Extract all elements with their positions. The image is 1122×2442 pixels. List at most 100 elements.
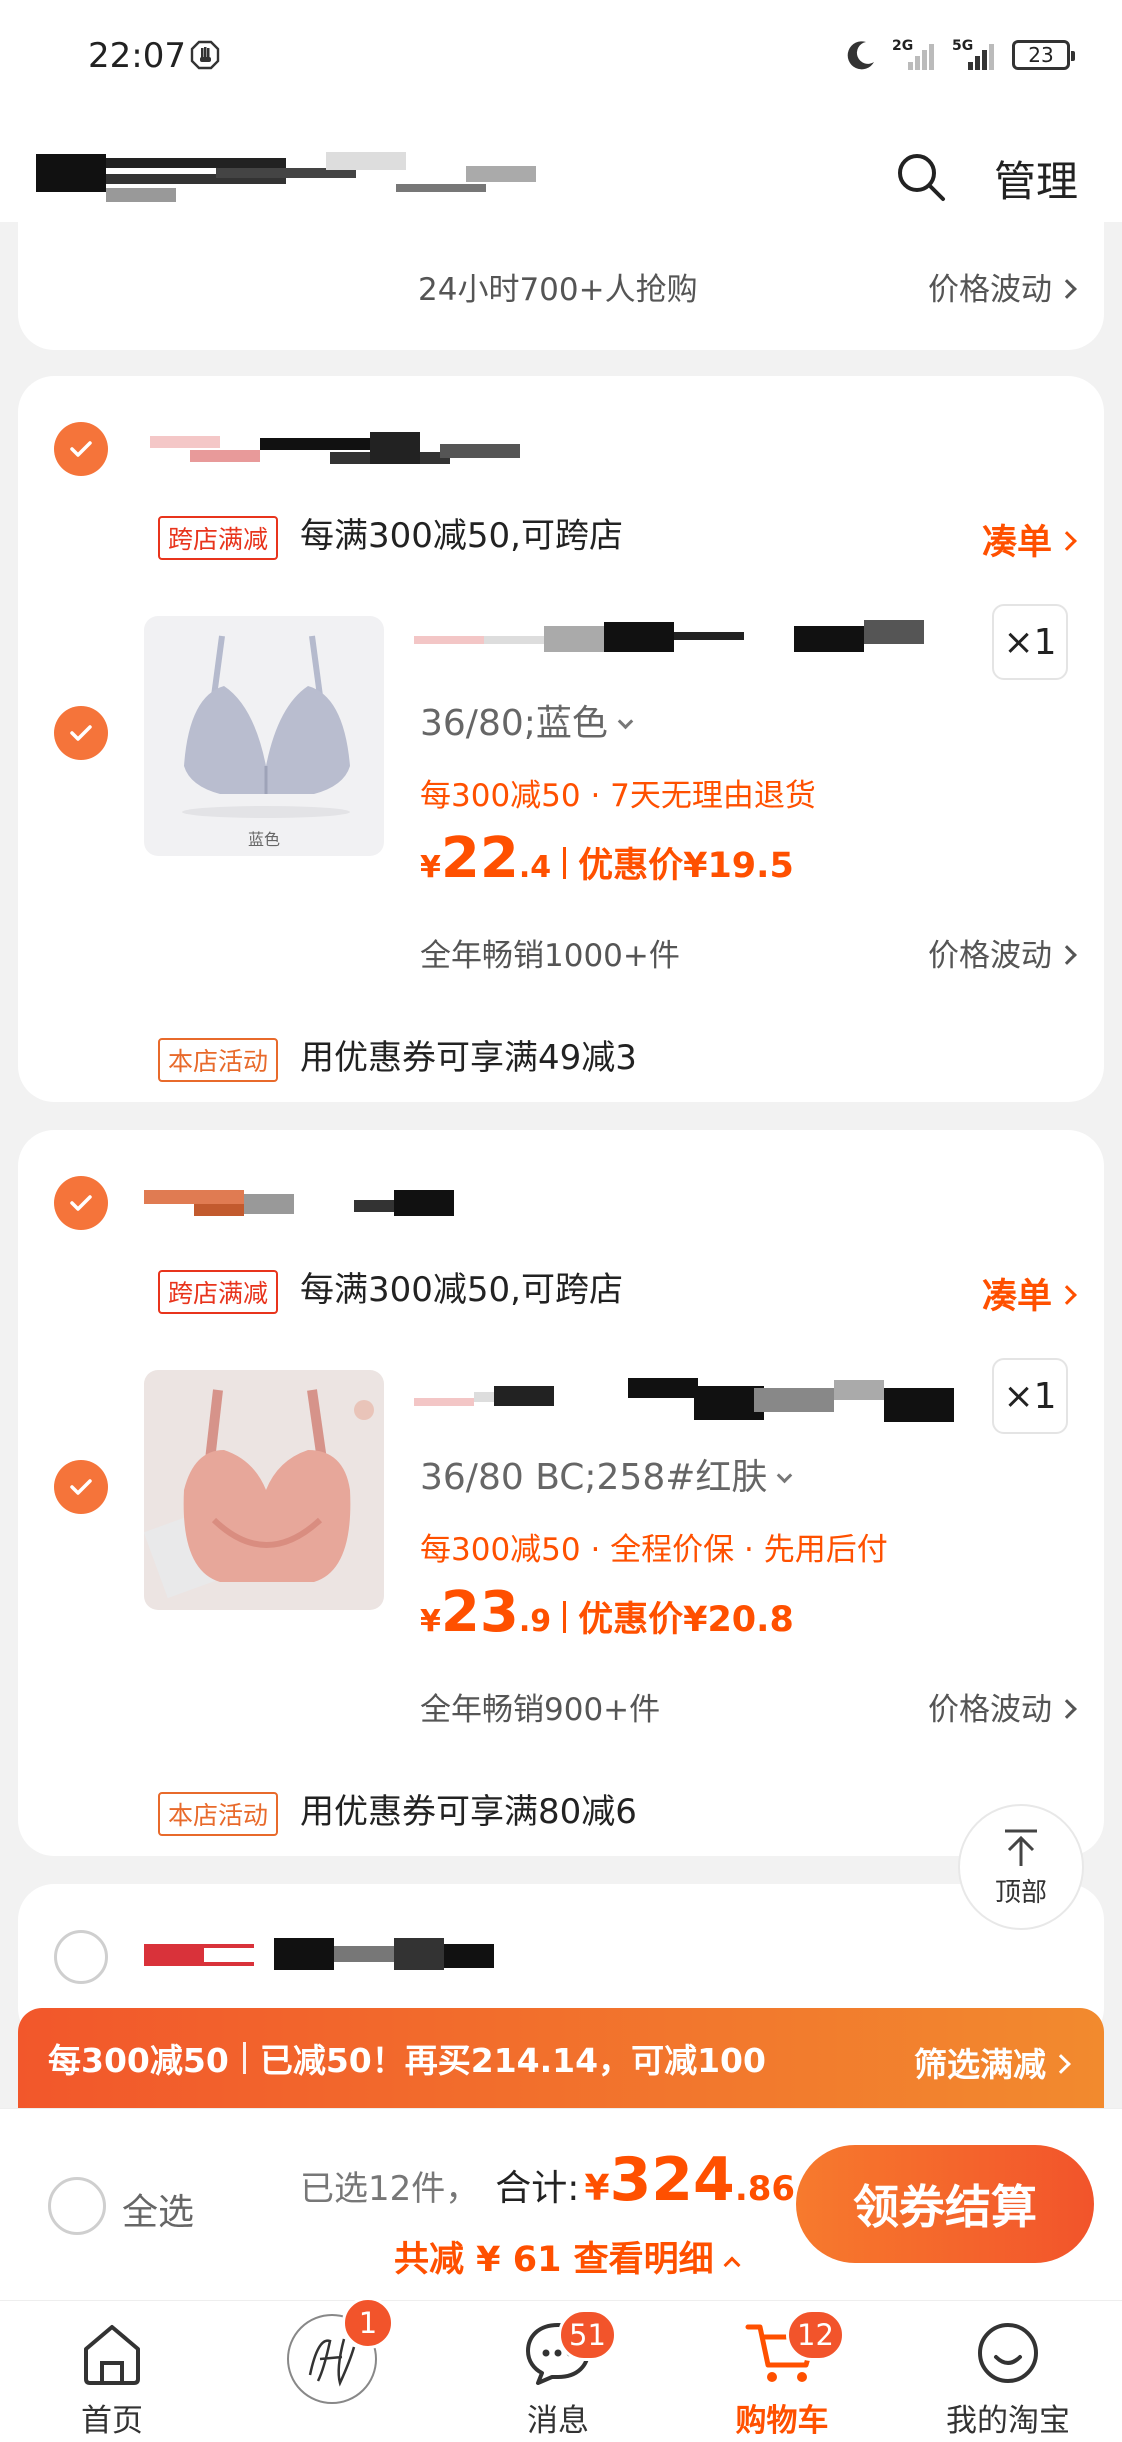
discount-price: 优惠价¥19.5	[578, 846, 794, 886]
sku-label: 36/80;蓝色	[420, 703, 608, 744]
select-all-label[interactable]: 全选	[122, 2183, 194, 2235]
product-thumbnail[interactable]: 蓝色	[144, 616, 384, 856]
store-checkbox[interactable]	[54, 422, 108, 476]
benefit-text: 每300减50 · 全程价保 · 先用后付	[420, 1532, 888, 1568]
total-amount: ¥324.86	[585, 2145, 796, 2215]
price: ¥23.9 优惠价¥20.8	[420, 1580, 794, 1645]
battery-level: 23	[1028, 43, 1054, 67]
hand-icon	[190, 40, 220, 70]
sku-label: 36/80 BC;258#红肤	[420, 1457, 768, 1498]
tab-home[interactable]: 首页	[32, 2301, 192, 2442]
store-checkbox[interactable]	[54, 1930, 108, 1984]
search-icon[interactable]	[894, 150, 948, 204]
cou-dan-link[interactable]: 凑单	[981, 514, 1077, 565]
select-all-checkbox[interactable]	[48, 2177, 106, 2235]
chevron-right-icon	[1051, 2053, 1071, 2074]
chevron-right-icon	[1057, 1698, 1077, 1719]
benefit-text: 每300减50 · 7天无理由退货	[420, 778, 816, 814]
chevron-down-icon	[617, 713, 634, 730]
check-icon	[70, 1195, 92, 1211]
quantity-button[interactable]: ×1	[992, 604, 1068, 680]
price-divider	[563, 1601, 567, 1633]
bottom-tab-bar: 首页 1 51 消息 12 购物车 我的淘宝	[0, 2297, 1122, 2442]
redacted-product-title	[414, 1378, 964, 1422]
price-symbol: ¥	[420, 850, 441, 885]
price: ¥22.4 优惠价¥19.5	[420, 826, 794, 891]
chevron-right-icon	[1057, 944, 1077, 965]
store-card: 跨店满减 每满300减50,可跨店 凑单 ×1 36/80 BC;258#红肤 …	[18, 1130, 1104, 1856]
checkout-button[interactable]: 领券结算	[796, 2145, 1094, 2263]
tab-cart[interactable]: 12 购物车	[702, 2301, 862, 2442]
tab-profile-label: 我的淘宝	[946, 2403, 1070, 2439]
tab-messages-label: 消息	[527, 2403, 589, 2439]
chevron-right-icon	[1057, 1285, 1077, 1305]
store-checkbox[interactable]	[54, 1176, 108, 1230]
product-thumbnail[interactable]	[144, 1370, 384, 1610]
hot-sales-text: 24小时700+人抢购	[418, 272, 698, 308]
check-icon	[70, 441, 92, 457]
battery-icon: 23	[1012, 40, 1075, 70]
home-icon	[84, 2325, 140, 2385]
manage-button[interactable]: 管理	[994, 148, 1078, 209]
back-to-top-label: 顶部	[994, 1877, 1047, 1908]
price-wave-label: 价格波动	[928, 938, 1052, 974]
signal-5g-icon: 5G	[952, 38, 998, 72]
sku-selector[interactable]: 36/80 BC;258#红肤	[420, 1448, 793, 1500]
price-wave-link[interactable]: 价格波动	[928, 930, 1077, 975]
item-checkbox[interactable]	[54, 1460, 108, 1514]
store-card-top: 24小时700+人抢购 价格波动	[18, 222, 1104, 350]
avatar-icon: 1	[284, 2297, 394, 2407]
price-divider	[563, 847, 567, 879]
thumb-caption: 蓝色	[247, 830, 280, 849]
cou-dan-link[interactable]: 凑单	[981, 1268, 1077, 1319]
tab-messages[interactable]: 51 消息	[478, 2301, 638, 2442]
pink-bra-image	[144, 1389, 374, 1599]
filter-discount-link[interactable]: 筛选满减	[914, 2038, 1071, 2086]
network-5g-label: 5G	[952, 38, 974, 54]
tab-avatar[interactable]: 1	[252, 2297, 412, 2442]
blue-bra-image	[182, 635, 350, 818]
price-wave-label: 价格波动	[928, 1692, 1052, 1728]
activity-text[interactable]: 用优惠券可享满49减3	[300, 1030, 637, 1079]
tab-home-label: 首页	[81, 2403, 143, 2439]
redacted-store-name	[144, 1934, 544, 1974]
quantity-button[interactable]: ×1	[992, 1358, 1068, 1434]
total-symbol: ¥	[584, 2168, 610, 2209]
check-icon	[70, 725, 92, 741]
status-bar: 22:07 2G 5G 23	[0, 0, 1122, 110]
banner-rule: 每300减50	[48, 2041, 229, 2080]
price-wave-link[interactable]: 价格波动	[928, 264, 1077, 309]
price-wave-link[interactable]: 价格波动	[928, 1684, 1077, 1729]
redacted-product-title	[414, 620, 944, 660]
back-to-top-button[interactable]: 顶部	[958, 1804, 1084, 1930]
tab-profile[interactable]: 我的淘宝	[928, 2301, 1088, 2442]
price-decimal: .4	[518, 850, 552, 885]
cross-store-tag: 跨店满减	[158, 1270, 279, 1314]
discount-banner[interactable]: 每300减50 已减50！再买214.14，可减100 筛选满减	[18, 2008, 1104, 2108]
promo-text: 每满300减50,可跨店	[300, 516, 623, 556]
tab-cart-label: 购物车	[735, 2403, 829, 2439]
total-decimal: .86	[734, 2169, 796, 2209]
redacted-title	[36, 144, 536, 206]
activity-text[interactable]: 用优惠券可享满80减6	[300, 1784, 637, 1833]
chevron-right-icon	[1057, 278, 1077, 299]
selected-count: 已选12件，	[300, 2169, 480, 2209]
messages-badge: 51	[558, 2309, 617, 2361]
promo-text: 每满300减50,可跨店	[300, 1270, 623, 1310]
profile-icon	[978, 2323, 1038, 2383]
cart-icon: 12	[742, 2309, 845, 2393]
view-details-link[interactable]: 共减 ¥ 61 查看明细	[394, 2231, 741, 2282]
banner-divider	[242, 2042, 246, 2074]
discount-price: 优惠价¥20.8	[578, 1600, 794, 1640]
price-symbol: ¥	[420, 1604, 441, 1639]
chevron-up-icon	[723, 2256, 741, 2274]
chevron-down-icon	[777, 1467, 793, 1484]
network-2g-label: 2G	[892, 38, 914, 54]
cou-dan-label: 凑单	[981, 523, 1052, 563]
price-integer: 23	[440, 1580, 519, 1645]
item-checkbox[interactable]	[54, 706, 108, 760]
redacted-store-name	[150, 432, 520, 468]
sku-selector[interactable]: 36/80;蓝色	[420, 694, 634, 746]
cart-page: 22:07 2G 5G 23 管理 24小时700+人抢购 价格波动 跨店满减 …	[0, 0, 1122, 2442]
cou-dan-label: 凑单	[981, 1277, 1052, 1317]
